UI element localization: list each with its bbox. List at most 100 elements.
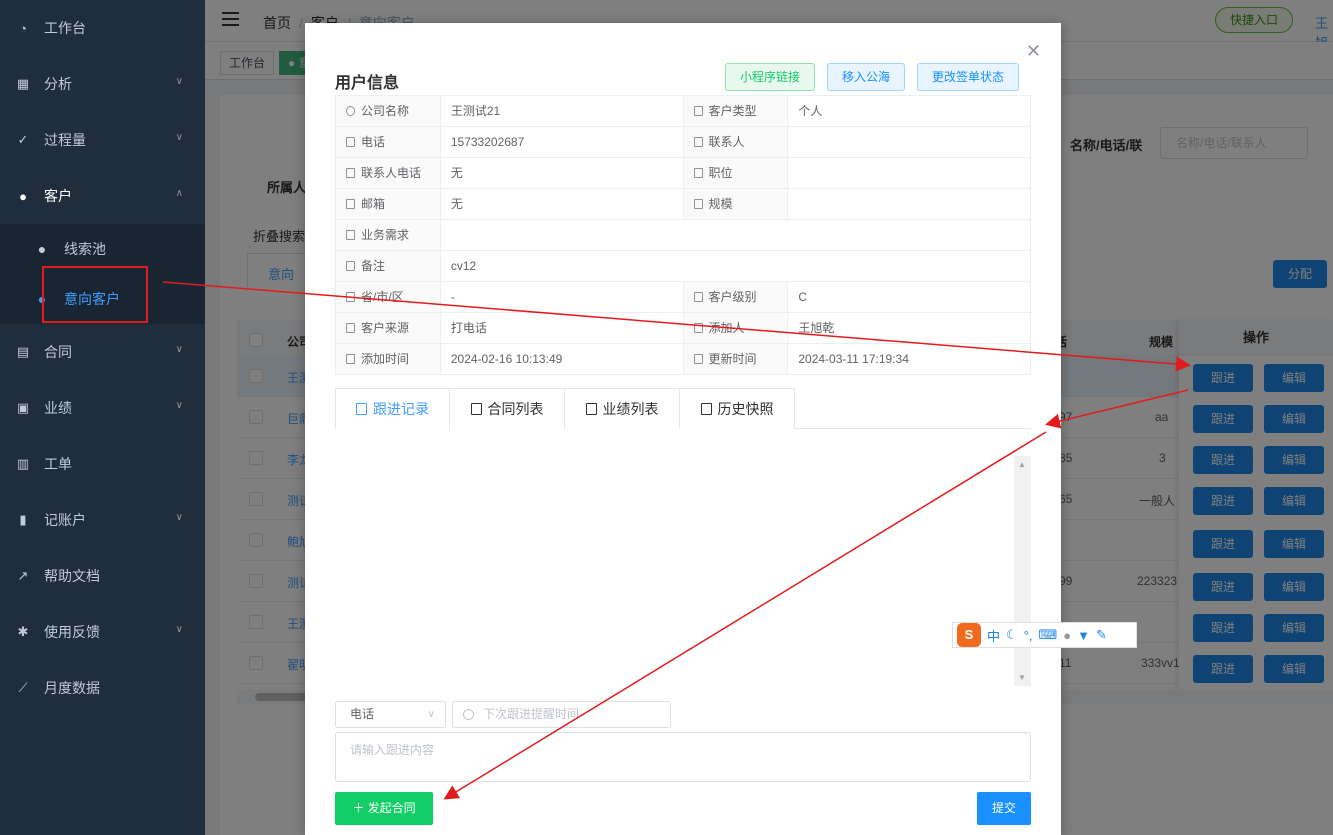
sidebar-item-label: 客户 <box>44 188 72 204</box>
info-row: 添加时间 2024-02-16 10:13:49 更新时间 2024-03-11… <box>336 344 1031 375</box>
mobile-icon <box>346 137 355 147</box>
document-icon <box>346 199 355 209</box>
customer-source-label: 客户来源 <box>336 313 441 343</box>
scroll-down-icon[interactable]: ▼ <box>1018 673 1026 682</box>
chevron-down-icon: ∨ <box>175 344 183 355</box>
follow-records-scrollbar[interactable]: ▲ ▼ <box>1014 456 1031 686</box>
contact-phone-label: 联系人电话 <box>336 158 441 188</box>
document-icon <box>346 292 355 302</box>
start-contract-label: 发起合同 <box>367 801 416 815</box>
moon-icon[interactable]: ☾ <box>1006 627 1018 643</box>
keyboard-icon[interactable]: ⌨ <box>1038 627 1057 643</box>
dashboard-icon: ◔ <box>19 20 27 36</box>
sidebar-item-process[interactable]: ✓ 过程量 ∨ <box>0 112 205 168</box>
start-contract-button[interactable]: ＋ 发起合同 <box>335 792 433 825</box>
sidebar-item-label: 合同 <box>44 344 72 360</box>
miniapp-link-button[interactable]: 小程序链接 <box>725 63 816 91</box>
chevron-down-icon: ∨ <box>175 132 183 143</box>
sidebar: ◔ 工作台 ▦ 分析 ∨ ✓ 过程量 ∨ ● 客户 ∧ ● 线索池 ● 意向客户… <box>0 0 205 835</box>
email-value: 无 <box>441 189 684 219</box>
phone-value: 15733202687 <box>441 127 684 157</box>
sogou-logo-icon: S <box>957 623 981 647</box>
contact-phone-value: 无 <box>441 158 684 188</box>
external-link-icon: ↗ <box>17 568 29 583</box>
tab-follow-records[interactable]: 跟进记录 <box>335 388 450 430</box>
info-row: 公司名称 王测试21 客户类型 个人 <box>336 96 1031 127</box>
email-label: 邮箱 <box>336 189 441 219</box>
building-icon <box>693 137 703 147</box>
sidebar-item-label: 记账户 <box>44 512 86 528</box>
tab-contract-list[interactable]: 合同列表 <box>449 388 565 429</box>
document-icon <box>470 403 482 415</box>
line-chart-icon: ⟋ <box>18 680 28 695</box>
info-row: 客户来源 打电话 添加人 王旭乾 <box>336 313 1031 344</box>
clipboard-icon: ▥ <box>16 456 30 471</box>
punctuation-icon[interactable]: °, <box>1024 628 1033 643</box>
user-icon: ● <box>19 188 27 204</box>
customer-level-value: C <box>788 282 1031 312</box>
sidebar-item-feedback[interactable]: ✱ 使用反馈 ∨ <box>0 604 205 660</box>
sidebar-item-label: 工单 <box>44 456 72 472</box>
add-time-value: 2024-02-16 10:13:49 <box>441 344 684 374</box>
region-value: - <box>441 282 684 312</box>
sidebar-item-label: 工作台 <box>44 20 86 36</box>
dialog-title: 用户信息 <box>335 75 400 92</box>
user-icon <box>346 106 355 116</box>
annotation-highlight-box <box>42 266 148 323</box>
sidebar-item-customer[interactable]: ● 客户 ∧ <box>0 168 205 224</box>
sidebar-item-label: 帮助文档 <box>44 568 100 584</box>
document-icon <box>693 106 703 116</box>
scroll-up-icon[interactable]: ▲ <box>1018 460 1026 469</box>
reminder-placeholder: 下次跟进提醒时间 <box>483 707 580 721</box>
customer-type-label: 客户类型 <box>683 96 789 126</box>
sidebar-item-workorder[interactable]: ▥ 工单 <box>0 436 205 492</box>
briefcase-icon: ▣ <box>16 400 30 415</box>
sidebar-item-label: 分析 <box>44 76 72 92</box>
sidebar-item-label: 月度数据 <box>44 680 100 696</box>
region-label: 省/市/区 <box>336 282 441 312</box>
update-time-value: 2024-03-11 17:19:34 <box>788 344 1031 374</box>
sidebar-item-accounting[interactable]: ▮ 记账户 ∨ <box>0 492 205 548</box>
follow-content-textarea[interactable]: 请输入跟进内容 <box>335 732 1031 782</box>
document-icon <box>693 292 703 302</box>
sidebar-item-monthly[interactable]: ⟋ 月度数据 <box>0 660 205 716</box>
customer-source-value: 打电话 <box>441 313 684 343</box>
ime-lang[interactable]: 中 <box>987 626 1000 645</box>
submit-button[interactable]: 提交 <box>977 792 1031 825</box>
tab-history-snapshot[interactable]: 历史快照 <box>679 388 795 429</box>
remark-value: cv12 <box>441 251 1031 281</box>
document-icon <box>346 230 355 240</box>
sidebar-item-analysis[interactable]: ▦ 分析 ∨ <box>0 56 205 112</box>
remark-label: 备注 <box>336 251 441 281</box>
document-icon <box>346 354 355 364</box>
change-sign-status-button[interactable]: 更改签单状态 <box>917 63 1020 91</box>
plus-icon: ＋ <box>352 801 368 815</box>
move-to-sea-button[interactable]: 移入公海 <box>827 63 906 91</box>
sidebar-item-dashboard[interactable]: ◔ 工作台 <box>0 0 205 56</box>
shirt-icon[interactable]: ▼ <box>1077 628 1090 643</box>
sidebar-item-performance[interactable]: ▣ 业绩 ∨ <box>0 380 205 436</box>
business-need-label: 业务需求 <box>336 220 441 250</box>
tab-performance-list[interactable]: 业绩列表 <box>564 388 680 429</box>
info-row: 电话 15733202687 联系人 <box>336 127 1031 158</box>
info-row: 联系人电话 无 职位 <box>336 158 1031 189</box>
customer-info-table: 公司名称 王测试21 客户类型 个人 电话 15733202687 联系人 联系… <box>335 95 1031 375</box>
ime-toolbar[interactable]: S 中 ☾ °, ⌨ ● ▼ ✎ <box>952 622 1137 648</box>
customer-level-label: 客户级别 <box>683 282 789 312</box>
document-icon <box>346 261 355 271</box>
document-icon <box>700 403 712 415</box>
contact-value <box>788 127 1031 157</box>
sidebar-item-contract[interactable]: ▤ 合同 ∨ <box>0 324 205 380</box>
follow-type-value: 电话 <box>350 707 375 721</box>
scale-label: 规模 <box>683 189 789 219</box>
scale-value <box>788 189 1031 219</box>
wrench-icon[interactable]: ✎ <box>1096 627 1107 643</box>
clock-icon <box>463 709 474 720</box>
reminder-time-picker[interactable]: 下次跟进提醒时间 <box>452 701 671 728</box>
sidebar-item-help[interactable]: ↗ 帮助文档 <box>0 548 205 604</box>
chevron-up-icon: ∧ <box>175 188 183 199</box>
close-icon[interactable]: ✕ <box>1026 41 1041 62</box>
follow-type-select[interactable]: 电话 ∨ <box>335 701 446 728</box>
person-icon[interactable]: ● <box>1063 628 1071 643</box>
company-name-value: 王测试21 <box>441 96 684 126</box>
